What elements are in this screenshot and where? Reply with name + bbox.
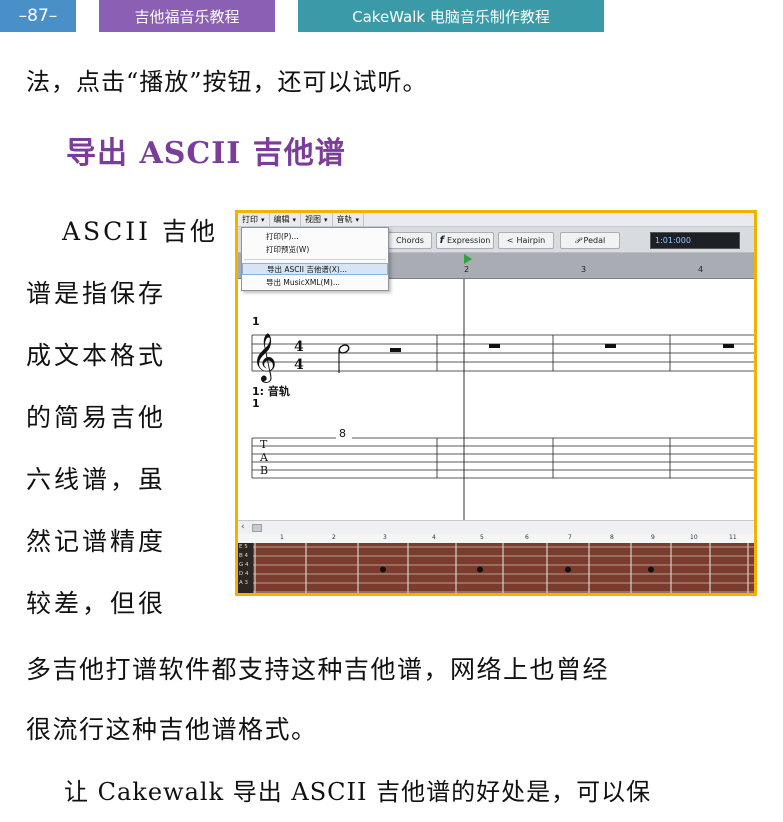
pedal-button[interactable]: 𝒫 Pedal xyxy=(560,232,620,249)
string-label: G 4 xyxy=(239,562,249,568)
string-label: E 5 xyxy=(239,544,248,550)
body-text-line: 让 Cakewalk 导出 ASCII 吉他谱的好处是，可以保 xyxy=(64,778,652,806)
menu-edit[interactable]: 编辑 ▾ xyxy=(270,213,302,226)
fret-number-row: 1 2 3 4 5 6 7 8 9 10 11 xyxy=(238,534,754,543)
fret-number: 3 xyxy=(383,534,387,541)
cakewalk-staff-view-screenshot: 打印 ▾ 编辑 ▾ 视图 ▾ 音轨 ▾ Chords f Expression < Hair… xyxy=(235,210,757,596)
scroll-thumb[interactable] xyxy=(252,524,262,532)
menu-track-label: 音轨 xyxy=(336,215,353,224)
pedal-label: Pedal xyxy=(583,236,606,245)
time-display: 1:01:000 xyxy=(650,232,740,249)
menu-view[interactable]: 视图 ▾ xyxy=(301,213,333,226)
tab-letter: T xyxy=(260,438,268,451)
scroll-left-icon[interactable]: ‹ xyxy=(241,522,245,532)
fretboard-graphic xyxy=(253,543,754,593)
side-text-line: 然记谱精度 xyxy=(26,527,167,556)
string-label: D 4 xyxy=(239,571,249,577)
expression-label: Expression xyxy=(446,236,491,245)
chords-button[interactable]: Chords xyxy=(388,232,432,249)
ruler-mark: 2 xyxy=(464,265,470,274)
now-marker-flag-icon xyxy=(464,254,472,264)
menu-item-print-preview[interactable]: 打印预览(W) xyxy=(242,244,388,256)
menu-item-print[interactable]: 打印(P)... xyxy=(242,231,388,243)
menu-bar: 打印 ▾ 编辑 ▾ 视图 ▾ 音轨 ▾ xyxy=(238,213,754,227)
pedal-icon: 𝒫 xyxy=(574,235,581,245)
series-title-tab: CakeWalk 电脑音乐制作教程 xyxy=(298,0,604,32)
menu-print-label: 打印 xyxy=(242,215,258,224)
fret-number: 4 xyxy=(432,534,436,541)
string-labels: E 5 B 4 G 4 D 4 A 3 xyxy=(238,543,253,593)
fret-number: 9 xyxy=(651,534,655,541)
staff-notation: 𝄞 4 4 xyxy=(251,279,754,520)
chords-label: Chords xyxy=(396,236,424,245)
book-title-tab: 吉他福音乐教程 xyxy=(99,0,275,32)
menu-item-export-ascii-tab[interactable]: 导出 ASCII 吉他谱(X)... xyxy=(242,263,388,275)
string-label: A 3 xyxy=(239,580,249,586)
fret-number: 1 xyxy=(280,534,284,541)
fret-number: 8 xyxy=(610,534,614,541)
chevron-down-icon: ▾ xyxy=(324,216,328,224)
fret-number: 10 xyxy=(690,534,698,541)
side-text-line: 六线谱，虽 xyxy=(26,465,167,494)
print-menu-dropdown: 打印(P)... 打印预览(W) 导出 ASCII 吉他谱(X)... 导出 M… xyxy=(241,227,389,291)
hairpin-icon: < xyxy=(506,236,514,245)
section-heading: 导出 ASCII 吉他谱 xyxy=(66,136,346,171)
chevron-down-icon: ▾ xyxy=(355,216,360,224)
horizontal-scrollbar[interactable]: ‹ xyxy=(238,520,754,534)
fret-number: 11 xyxy=(729,534,737,541)
expression-f-icon: f xyxy=(439,235,444,246)
menu-print[interactable]: 打印 ▾ xyxy=(238,213,270,226)
fret-number: 5 xyxy=(480,534,484,541)
side-text-line: 较差，但很 xyxy=(26,589,167,618)
fretboard[interactable]: E 5 B 4 G 4 D 4 A 3 xyxy=(238,543,754,593)
measure-number: 1 xyxy=(252,315,260,328)
chevron-down-icon: ▾ xyxy=(261,216,265,224)
menu-track[interactable]: 音轨 ▾ xyxy=(333,213,365,226)
ruler-mark: 4 xyxy=(698,265,704,274)
treble-clef-icon: 𝄞 xyxy=(252,332,277,383)
side-text-line: 谱是指保存 xyxy=(26,279,167,308)
tab-letter: B xyxy=(260,464,269,477)
page-number-tab: –87– xyxy=(0,0,76,32)
fret-number: 7 xyxy=(568,534,572,541)
fret-number: 2 xyxy=(332,534,336,541)
ruler-mark: 3 xyxy=(581,265,587,274)
menu-edit-label: 编辑 xyxy=(273,215,290,224)
tab-letter: A xyxy=(260,451,268,464)
hairpin-label: Hairpin xyxy=(516,236,546,245)
fret-number: 6 xyxy=(525,534,529,541)
staff-pane[interactable]: 𝄞 4 4 1 1: 音轨 1 8 T A B xyxy=(238,279,754,520)
side-text-line: 成文本格式 xyxy=(26,341,167,370)
track-number: 1 xyxy=(252,397,260,410)
side-text-line: ASCII 吉他 xyxy=(62,217,219,246)
menu-item-export-musicxml[interactable]: 导出 MusicXML(M)... xyxy=(242,277,388,289)
svg-text:4: 4 xyxy=(294,357,304,373)
tab-fret-number: 8 xyxy=(339,427,346,440)
chevron-down-icon: ▾ xyxy=(292,216,297,224)
menu-separator xyxy=(244,259,386,260)
expression-button[interactable]: f Expression xyxy=(436,232,494,249)
hairpin-button[interactable]: < Hairpin xyxy=(498,232,554,249)
body-text-line: 很流行这种吉他谱格式。 xyxy=(26,715,318,744)
string-label: B 4 xyxy=(239,553,249,559)
body-text-line: 多吉他打谱软件都支持这种吉他谱，网络上也曾经 xyxy=(26,655,610,684)
menu-view-label: 视图 xyxy=(305,215,322,224)
svg-text:4: 4 xyxy=(294,339,304,355)
side-text-line: 的简易吉他 xyxy=(26,403,167,432)
intro-text-line: 法，点击“播放”按钮，还可以试听。 xyxy=(26,68,428,96)
